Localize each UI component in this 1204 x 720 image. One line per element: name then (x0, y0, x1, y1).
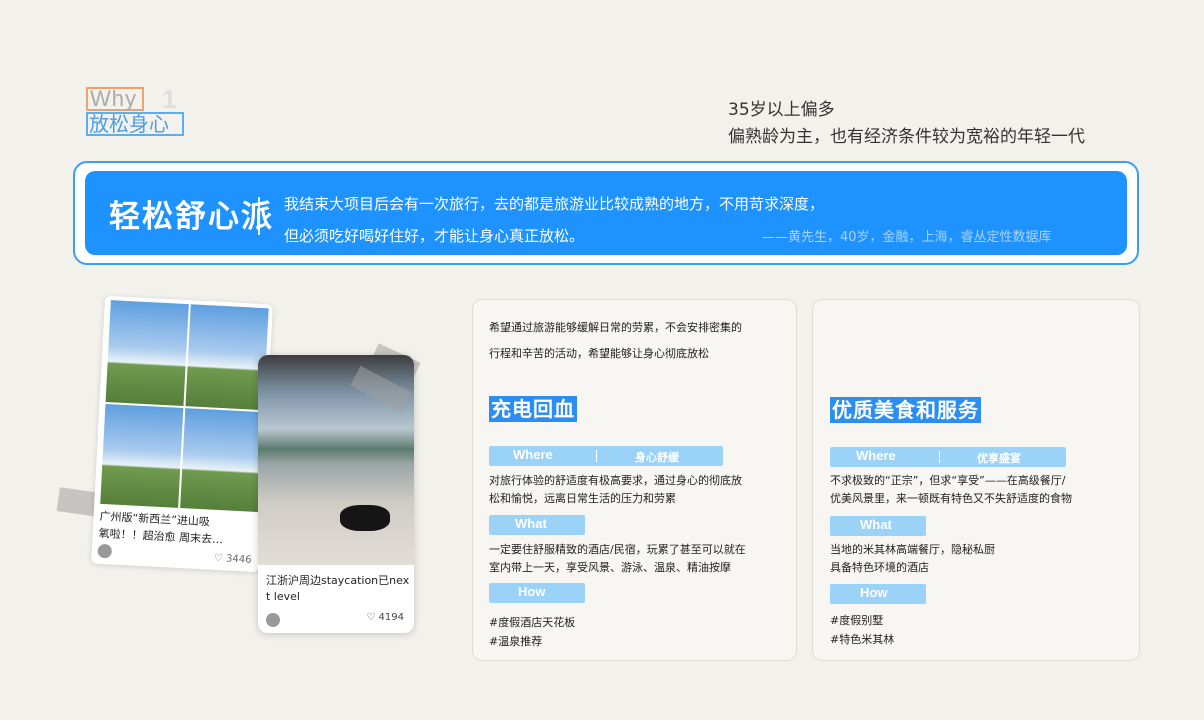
like-count: ♡ 4194 (366, 612, 404, 623)
landscape-photo (105, 300, 189, 407)
card-caption: 江浙沪周边staycation已nex t level (266, 574, 410, 603)
section-number: 1 (162, 84, 177, 114)
how-text-1: #度假酒店天花板 (489, 616, 576, 629)
landscape-photo (100, 403, 184, 508)
where-tag: Where 优享盛宴 (830, 447, 1066, 467)
card-caption: 广州版“新西兰”进山吸 氧啦！！超治愈 周末去… (98, 509, 224, 547)
banner-divider (258, 197, 260, 235)
what-text-2: 具备特色环境的酒店 (830, 561, 929, 574)
where-tag: Where 身心舒缓 (489, 446, 723, 466)
landscape-photo (180, 408, 264, 513)
how-text-1: #度假别墅 (830, 614, 884, 627)
what-text-1: 当地的米其林高端餐厅，隐秘私厨 (830, 543, 995, 556)
demographic-line-1: 35岁以上偏多 (728, 100, 835, 120)
like-count: ♡ 3446 (213, 552, 252, 566)
banner-quote-line-2: 但必须吃好喝好住好，才能让身心真正放松。 (284, 227, 585, 245)
what-text-2: 室内带上一天，享受风景、游泳、温泉、精油按摩 (489, 561, 731, 574)
section-title: 充电回血 (489, 396, 577, 422)
avatar (97, 543, 113, 559)
photo-detail (340, 505, 390, 531)
where-text-2: 优美风景里，来一顿既有特色又不失舒适度的食物 (830, 492, 1072, 505)
what-tag: What (489, 515, 585, 535)
where-text-1: 不求极致的“正宗”，但求“享受”——在高级餐厅/ (830, 474, 1066, 487)
banner-title: 轻松舒心派 (109, 199, 274, 235)
how-text-2: #特色米其林 (830, 633, 895, 646)
how-tag: How (489, 583, 585, 603)
avatar (266, 613, 280, 627)
landscape-photo (185, 304, 269, 411)
where-text-1: 对旅行体验的舒适度有极高要求，通过身心的彻底放 (489, 474, 742, 487)
how-text-2: #温泉推荐 (489, 635, 543, 648)
why-label: Why (86, 87, 144, 111)
demographic-line-2: 偏熟龄为主，也有经济条件较为宽裕的年轻一代 (728, 127, 1085, 147)
demographic-note: 35岁以上偏多 偏熟龄为主，也有经济条件较为宽裕的年轻一代 (728, 97, 1085, 151)
banner-source: ——黄先生，40岁，金融，上海，睿丛定性数据库 (762, 230, 1052, 245)
how-tag: How (830, 584, 926, 604)
what-text-1: 一定要住舒服精致的酒店/民宿，玩累了甚至可以就在 (489, 543, 746, 556)
what-tag: What (830, 516, 926, 536)
section-title: 优质美食和服务 (830, 397, 981, 423)
banner-quote-line-1: 我结束大项目后会有一次旅行，去的都是旅游业比较成熟的地方，不用苛求深度， (284, 195, 825, 213)
photo-card-1[interactable]: 广州版“新西兰”进山吸 氧啦！！超治愈 周末去… ♡ 3446 (91, 295, 273, 573)
where-text-2: 松和愉悦，远离日常生活的压力和劳累 (489, 492, 676, 505)
panel-intro-line-2: 行程和辛苦的活动，希望能够让身心彻底放松 (489, 347, 709, 360)
section-subtitle: 放松身心 (86, 112, 184, 136)
